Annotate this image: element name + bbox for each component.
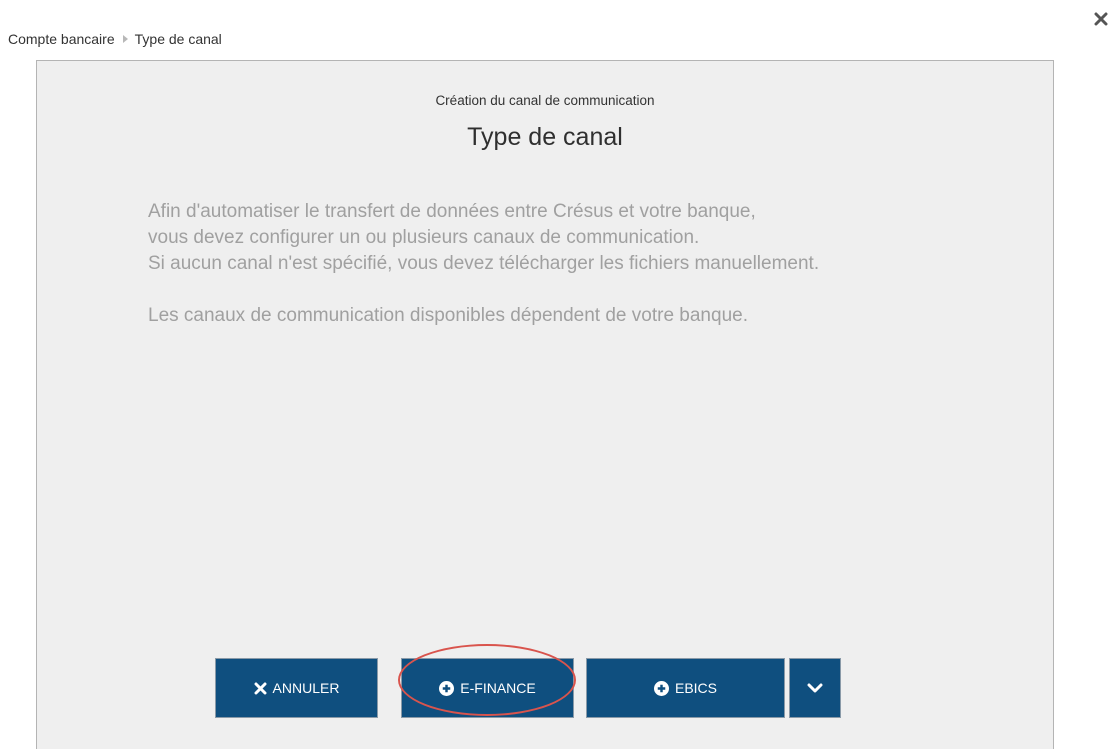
description-line: Afin d'automatiser le transfert de donné… [148, 201, 756, 222]
close-button[interactable] [1090, 8, 1112, 30]
ebics-button-label: EBICS [674, 680, 717, 696]
description-line: Les canaux de communication disponibles … [148, 305, 748, 326]
cancel-button[interactable]: ANNULER [215, 658, 378, 718]
e-finance-button[interactable]: E-FINANCE [401, 658, 574, 718]
plus-circle-icon [439, 680, 455, 696]
dialog-title: Type de canal [467, 123, 623, 151]
ebics-button[interactable]: EBICS [586, 658, 785, 718]
breadcrumb-item-type-de-canal: Type de canal [134, 31, 222, 47]
chevron-down-icon [807, 682, 823, 694]
breadcrumb: Compte bancaire Type de canal [8, 31, 222, 47]
dialog-description: Afin d'automatiser le transfert de donné… [148, 199, 948, 329]
close-icon [1094, 12, 1108, 26]
more-options-button[interactable] [789, 658, 841, 718]
x-icon [254, 682, 267, 695]
breadcrumb-separator-icon [122, 35, 128, 43]
breadcrumb-item-compte-bancaire[interactable]: Compte bancaire [8, 31, 115, 47]
page: Compte bancaire Type de canal Création d… [0, 0, 1116, 749]
dialog-panel: Création du canal de communication Type … [36, 60, 1054, 749]
description-line: Si aucun canal n'est spécifié, vous deve… [148, 253, 820, 274]
dialog-subtitle: Création du canal de communication [435, 93, 655, 108]
plus-circle-icon [653, 680, 669, 696]
cancel-button-label: ANNULER [272, 680, 340, 696]
description-line: vous devez configurer un ou plusieurs ca… [148, 227, 700, 248]
e-finance-button-label: E-FINANCE [460, 680, 536, 696]
